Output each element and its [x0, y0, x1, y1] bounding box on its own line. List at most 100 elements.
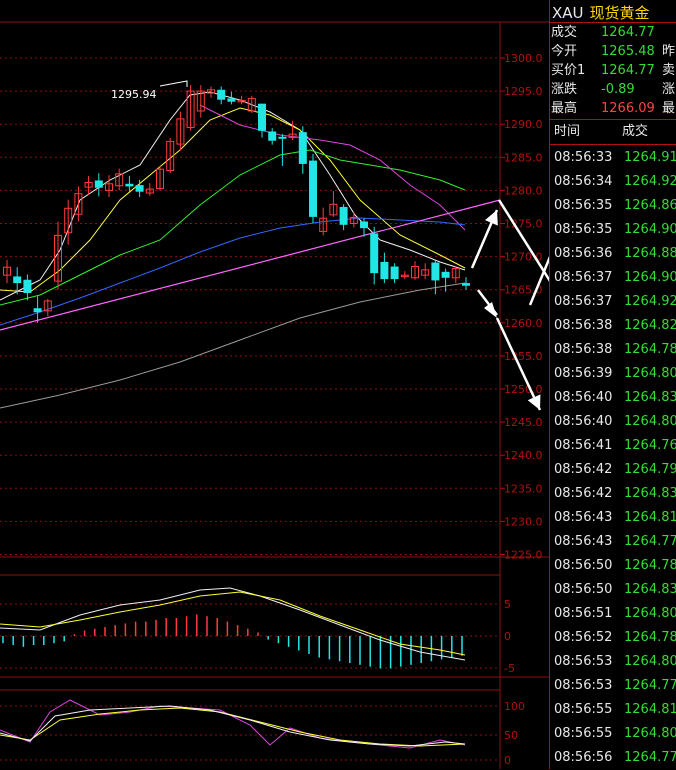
price-tick-label: 1255.0 — [504, 350, 543, 363]
candle-body — [33, 308, 42, 313]
tick-list[interactable]: 08:56:33 1264.91 08:56:34 1264.92 08:56:35 12… — [550, 146, 676, 770]
tick-price: 1264.77 — [624, 678, 676, 693]
kdj-j-line — [0, 699, 466, 749]
tick-price: 1264.86 — [624, 198, 676, 213]
tick-row[interactable]: 08:56:37 1264.92 — [550, 290, 676, 314]
tick-row[interactable]: 08:56:50 1264.78 — [550, 554, 676, 578]
candle-body — [360, 221, 368, 229]
tick-price: 1264.90 — [624, 270, 676, 285]
candle-body — [298, 132, 307, 164]
quote-extra-label: 最 — [662, 101, 676, 116]
tick-time: 08:56:53 — [554, 654, 613, 669]
tick-row[interactable]: 08:56:55 1264.80 — [550, 722, 676, 746]
tick-row[interactable]: 08:56:37 1264.90 — [550, 266, 676, 290]
tick-time: 08:56:36 — [554, 246, 613, 261]
tick-price: 1264.91 — [624, 150, 676, 165]
tick-row[interactable]: 08:56:41 1264.76 — [550, 434, 676, 458]
tick-row[interactable]: 08:56:43 1264.81 — [550, 506, 676, 530]
candle-body — [217, 89, 226, 100]
tick-row[interactable]: 08:56:52 1264.78 — [550, 626, 676, 650]
tick-time: 08:56:42 — [554, 462, 613, 477]
divider — [550, 144, 676, 145]
quote-extra-label: 昨 — [662, 44, 676, 59]
tick-time: 08:56:43 — [554, 534, 613, 549]
tick-row[interactable]: 08:56:40 1264.80 — [550, 410, 676, 434]
price-tick-label: 1230.0 — [504, 515, 543, 528]
tick-time: 08:56:40 — [554, 390, 613, 405]
macd-tick-label: 5 — [504, 598, 511, 611]
quote-value: 1265.48 — [601, 44, 655, 59]
quote-value: 1266.09 — [601, 101, 655, 116]
price-tick-label: 1260.0 — [504, 317, 543, 330]
tick-time: 08:56:35 — [554, 198, 613, 213]
macd-dea-line — [0, 591, 466, 656]
tick-row[interactable]: 08:56:42 1264.83 — [550, 482, 676, 506]
tick-price: 1264.77 — [624, 534, 676, 549]
high-price-label: 1295.94 — [111, 88, 157, 101]
price-tick-label: 1240.0 — [504, 449, 543, 462]
tick-row[interactable]: 08:56:53 1264.80 — [550, 650, 676, 674]
price-tick-label: 1300.0 — [504, 52, 543, 65]
tick-price: 1264.92 — [624, 174, 676, 189]
tick-time: 08:56:41 — [554, 438, 613, 453]
tick-price: 1264.81 — [624, 702, 676, 717]
candlestick-chart[interactable]: 1300.01295.01290.01285.01280.01275.01270… — [0, 0, 549, 769]
tick-row[interactable]: 08:56:50 1264.83 — [550, 578, 676, 602]
price-column-header: 成交 — [622, 124, 649, 139]
tick-row[interactable]: 08:56:51 1264.80 — [550, 602, 676, 626]
quote-extra-label: 卖 — [662, 63, 676, 78]
kdj-tick-label: 0 — [504, 754, 511, 767]
tick-time: 08:56:38 — [554, 342, 613, 357]
price-tick-label: 1295.0 — [504, 85, 543, 98]
tick-row[interactable]: 08:56:39 1264.80 — [550, 362, 676, 386]
tick-price: 1264.83 — [624, 390, 676, 405]
tick-row[interactable]: 08:56:40 1264.83 — [550, 386, 676, 410]
tick-time: 08:56:51 — [554, 606, 613, 621]
candle-body — [370, 233, 379, 274]
tick-price: 1264.78 — [624, 558, 676, 573]
tick-row[interactable]: 08:56:33 1264.91 — [550, 146, 676, 170]
tick-price: 1264.79 — [624, 462, 676, 477]
price-tick-label: 1285.0 — [504, 151, 543, 164]
candle-body — [380, 261, 389, 280]
instrument-name: 现货黄金 — [589, 4, 650, 22]
tick-row[interactable]: 08:56:53 1264.77 — [550, 674, 676, 698]
tick-time: 08:56:56 — [554, 750, 613, 765]
price-tick-label: 1290.0 — [504, 118, 543, 131]
quote-value: 1264.77 — [601, 63, 655, 78]
candle-body — [135, 185, 144, 192]
tick-price: 1264.76 — [624, 438, 676, 453]
macd-tick-label: -5 — [504, 662, 515, 675]
price-tick-label: 1225.0 — [504, 549, 543, 562]
tick-row[interactable]: 08:56:36 1264.88 — [550, 242, 676, 266]
candle-body — [13, 276, 22, 284]
quote-label: 涨跌 — [551, 82, 578, 97]
tick-table-header: 时间 成交 — [550, 121, 676, 143]
tick-row[interactable]: 08:56:43 1264.77 — [550, 530, 676, 554]
tick-price: 1264.78 — [624, 342, 676, 357]
quote-label: 今开 — [551, 44, 578, 59]
tick-row[interactable]: 08:56:35 1264.90 — [550, 218, 676, 242]
moving-average-lines — [0, 91, 501, 409]
tick-time: 08:56:42 — [554, 486, 613, 501]
candle-body — [94, 180, 103, 188]
tick-row[interactable]: 08:56:34 1264.92 — [550, 170, 676, 194]
kdj-indicator: 100 50 0 — [0, 699, 525, 767]
tick-row[interactable]: 08:56:42 1264.79 — [550, 458, 676, 482]
macd-indicator: 5 0 -5 — [0, 587, 515, 675]
tick-price: 1264.88 — [624, 246, 676, 261]
tick-row[interactable]: 08:56:38 1264.82 — [550, 314, 676, 338]
tick-time: 08:56:33 — [554, 150, 613, 165]
tick-row[interactable]: 08:56:35 1264.86 — [550, 194, 676, 218]
tick-time: 08:56:53 — [554, 678, 613, 693]
tick-price: 1264.83 — [624, 486, 676, 501]
candle-body — [339, 206, 348, 225]
tick-price: 1264.80 — [624, 726, 676, 741]
tick-row[interactable]: 08:56:56 1264.77 — [550, 746, 676, 770]
tick-row[interactable]: 08:56:38 1264.78 — [550, 338, 676, 362]
divider — [550, 119, 676, 120]
tick-row[interactable]: 08:56:55 1264.81 — [550, 698, 676, 722]
tick-time: 08:56:34 — [554, 174, 613, 189]
tick-price: 1264.82 — [624, 318, 676, 333]
kdj-tick-label: 100 — [504, 700, 525, 713]
